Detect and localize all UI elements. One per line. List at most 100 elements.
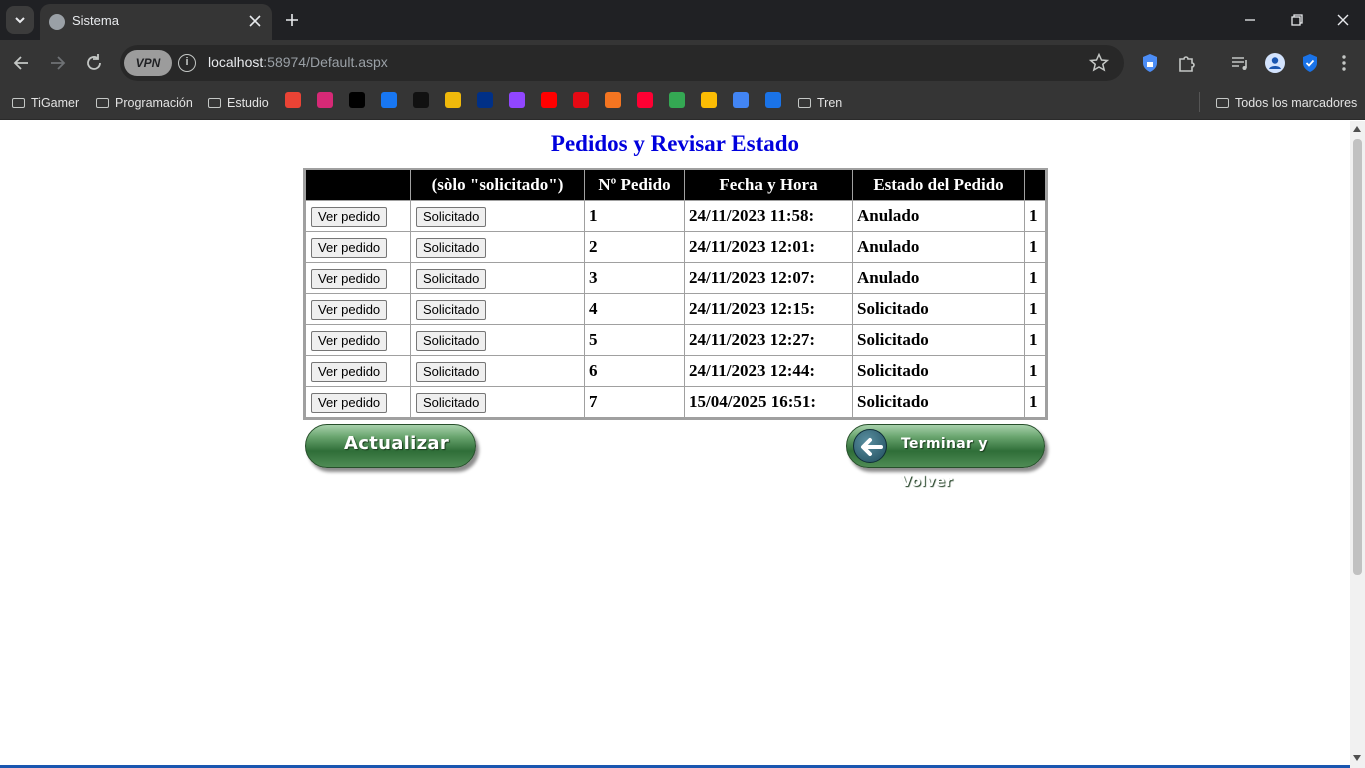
- set-requested-button[interactable]: Solicitado: [416, 361, 487, 382]
- security-shield-icon[interactable]: [1299, 52, 1321, 74]
- facebook-icon[interactable]: [381, 92, 397, 108]
- order-status: Anulado: [853, 262, 1025, 293]
- set-requested-button[interactable]: Solicitado: [416, 206, 487, 227]
- view-order-button[interactable]: Ver pedido: [311, 237, 388, 258]
- scrollbar[interactable]: [1350, 121, 1365, 768]
- tiktok-icon[interactable]: [413, 92, 429, 108]
- order-status: Solicitado: [853, 293, 1025, 324]
- set-requested-button[interactable]: Solicitado: [416, 392, 487, 413]
- close-window-icon[interactable]: [1333, 10, 1353, 30]
- view-cell: Ver pedido: [306, 324, 411, 355]
- header-extra: [1025, 170, 1045, 200]
- order-date-time: 15/04/2025 16:51:: [685, 386, 853, 417]
- set-requested-button[interactable]: Solicitado: [416, 237, 487, 258]
- netflix-icon[interactable]: [573, 92, 589, 108]
- order-extra: 1: [1025, 200, 1045, 231]
- order-number: 4: [585, 293, 685, 324]
- view-order-button[interactable]: Ver pedido: [311, 268, 388, 289]
- twitch-icon[interactable]: [509, 92, 525, 108]
- header-action: (sòlo "solicitado"): [411, 170, 585, 200]
- bookmark-folder-estudio[interactable]: Estudio: [208, 93, 269, 113]
- scroll-down-arrow[interactable]: [1353, 755, 1361, 761]
- globe-icon: [49, 14, 65, 30]
- folder-icon: [798, 98, 811, 108]
- bookmark-folder-programacion[interactable]: Programación: [96, 93, 193, 113]
- tab-title: Sistema: [72, 13, 119, 28]
- view-order-button[interactable]: Ver pedido: [311, 392, 388, 413]
- orders-table: (sòlo "solicitado") Nº Pedido Fecha y Ho…: [303, 168, 1048, 420]
- table-row: Ver pedido Solicitado 3 24/11/2023 12:07: An…: [306, 262, 1045, 293]
- scroll-thumb[interactable]: [1353, 139, 1362, 575]
- order-extra: 1: [1025, 324, 1045, 355]
- youtube-icon[interactable]: [541, 92, 557, 108]
- view-cell: Ver pedido: [306, 386, 411, 417]
- close-icon[interactable]: [246, 12, 264, 30]
- extensions-icon[interactable]: [1175, 52, 1197, 74]
- binance-icon[interactable]: [445, 92, 461, 108]
- order-status: Anulado: [853, 231, 1025, 262]
- table-row: Ver pedido Solicitado 7 15/04/2025 16:51: So…: [306, 386, 1045, 417]
- site-info-icon[interactable]: i: [178, 54, 196, 72]
- restore-icon[interactable]: [1287, 10, 1307, 30]
- forward-icon[interactable]: [47, 52, 69, 74]
- table-row: Ver pedido Solicitado 6 24/11/2023 12:44: So…: [306, 355, 1045, 386]
- youtube-music-icon[interactable]: [637, 92, 653, 108]
- order-extra: 1: [1025, 386, 1045, 417]
- view-order-button[interactable]: Ver pedido: [311, 361, 388, 382]
- order-number: 7: [585, 386, 685, 417]
- back-icon[interactable]: [10, 52, 32, 74]
- order-status: Anulado: [853, 200, 1025, 231]
- vpn-button[interactable]: VPN: [124, 50, 172, 76]
- crunchyroll-icon[interactable]: [605, 92, 621, 108]
- url-text[interactable]: localhost:58974/Default.aspx: [208, 54, 388, 70]
- chevron-down-icon: [15, 17, 25, 24]
- refresh-button-label: Actualizar: [344, 433, 450, 454]
- reload-icon[interactable]: [83, 52, 105, 74]
- instagram-icon[interactable]: [317, 92, 333, 108]
- tab-search-button[interactable]: [6, 6, 34, 34]
- gmail-icon[interactable]: [285, 92, 301, 108]
- action-cell: Solicitado: [411, 262, 585, 293]
- table-header-row: (sòlo "solicitado") Nº Pedido Fecha y Ho…: [306, 170, 1045, 200]
- drive-icon[interactable]: [701, 92, 717, 108]
- translate-icon[interactable]: [733, 92, 749, 108]
- header-date-time: Fecha y Hora: [685, 170, 853, 200]
- set-requested-button[interactable]: Solicitado: [416, 299, 487, 320]
- new-tab-icon[interactable]: [282, 10, 302, 30]
- password-manager-icon[interactable]: [1139, 52, 1161, 74]
- set-requested-button[interactable]: Solicitado: [416, 268, 487, 289]
- bookmark-folder-tren[interactable]: Tren: [798, 93, 842, 113]
- view-order-button[interactable]: Ver pedido: [311, 206, 388, 227]
- header-order-status: Estado del Pedido: [853, 170, 1025, 200]
- address-bar[interactable]: VPN i localhost:58974/Default.aspx: [120, 45, 1124, 81]
- profile-avatar-icon[interactable]: [1264, 52, 1286, 74]
- order-number: 1: [585, 200, 685, 231]
- order-date-time: 24/11/2023 12:15:: [685, 293, 853, 324]
- refresh-button[interactable]: Actualizar: [305, 424, 476, 468]
- bookmarks-separator: [1199, 92, 1200, 112]
- finish-and-return-button[interactable]: Terminar y Volver: [846, 424, 1045, 490]
- folder-icon: [208, 98, 221, 108]
- scroll-up-arrow[interactable]: [1353, 126, 1361, 132]
- all-bookmarks[interactable]: Todos los marcadores: [1216, 93, 1357, 113]
- minimize-icon[interactable]: [1240, 10, 1260, 30]
- bookmark-star-icon[interactable]: [1088, 52, 1110, 74]
- maps-icon[interactable]: [669, 92, 685, 108]
- order-extra: 1: [1025, 293, 1045, 324]
- paypal-icon[interactable]: [477, 92, 493, 108]
- view-cell: Ver pedido: [306, 355, 411, 386]
- action-cell: Solicitado: [411, 355, 585, 386]
- view-order-button[interactable]: Ver pedido: [311, 330, 388, 351]
- menu-kebab-icon[interactable]: [1333, 52, 1355, 74]
- folder-icon: [12, 98, 25, 108]
- bookmark-folder-tigamer[interactable]: TiGamer: [12, 93, 79, 113]
- set-requested-button[interactable]: Solicitado: [416, 330, 487, 351]
- active-tab[interactable]: Sistema: [40, 4, 272, 40]
- view-order-button[interactable]: Ver pedido: [311, 299, 388, 320]
- folder-icon: [96, 98, 109, 108]
- order-date-time: 24/11/2023 12:01:: [685, 231, 853, 262]
- media-player-icon[interactable]: [765, 92, 781, 108]
- order-number: 2: [585, 231, 685, 262]
- reading-list-icon[interactable]: [1229, 52, 1251, 74]
- x-icon[interactable]: [349, 92, 365, 108]
